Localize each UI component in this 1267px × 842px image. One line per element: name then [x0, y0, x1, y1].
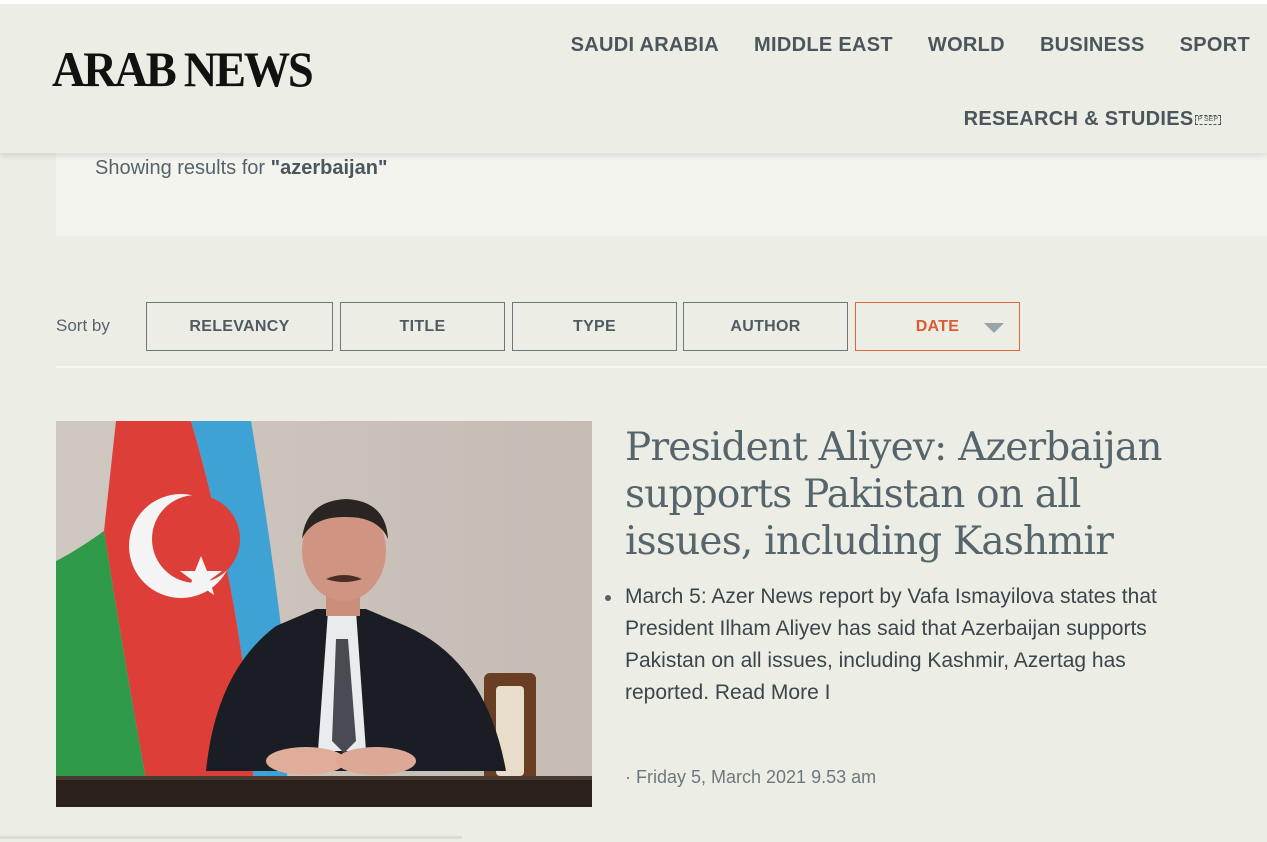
sort-relevancy-button[interactable]: RELEVANCY	[146, 302, 333, 351]
article-summary: March 5: Azer News report by Vafa Ismayi…	[625, 585, 1157, 704]
site-header: ARAB NEWS SAUDI ARABIA MIDDLE EAST WORLD…	[0, 0, 1267, 153]
sort-title-button[interactable]: TITLE	[340, 302, 505, 351]
article-thumbnail[interactable]	[56, 421, 592, 807]
scroll-indicator	[0, 836, 462, 839]
chevron-down-icon	[984, 323, 1004, 333]
search-results-prefix: Showing results for	[95, 157, 271, 179]
nav-research-studies[interactable]: RESEARCH & STUDIES	[964, 108, 1194, 131]
separator-glyph: P SEP	[1194, 114, 1221, 125]
search-results-banner: Showing results for "azerbaijan"	[56, 153, 1267, 236]
sort-by-label: Sort by	[56, 316, 110, 335]
sort-type-button[interactable]: TYPE	[512, 302, 677, 351]
site-logo[interactable]: ARAB NEWS	[52, 44, 314, 94]
secondary-nav: RESEARCH & STUDIES P SEP	[964, 108, 1221, 131]
nav-saudi-arabia[interactable]: SAUDI ARABIA	[571, 34, 719, 57]
sort-author-button[interactable]: AUTHOR	[683, 302, 848, 351]
main-nav: SAUDI ARABIA MIDDLE EAST WORLD BUSINESS …	[571, 34, 1250, 57]
divider	[56, 366, 1267, 368]
search-query: "azerbaijan"	[270, 157, 388, 179]
search-results-text: Showing results for "azerbaijan"	[95, 157, 387, 180]
nav-world[interactable]: WORLD	[928, 34, 1005, 57]
nav-middle-east[interactable]: MIDDLE EAST	[754, 34, 893, 57]
sort-date-label: DATE	[915, 317, 960, 335]
bullet-icon	[605, 595, 611, 601]
nav-business[interactable]: BUSINESS	[1040, 34, 1145, 57]
nav-sport[interactable]: SPORT	[1180, 34, 1250, 57]
article-date: · Friday 5, March 2021 9.53 am	[625, 767, 877, 787]
article-title[interactable]: President Aliyev: Azerbaijan supports Pa…	[625, 424, 1185, 565]
sort-date-button[interactable]: DATE	[855, 302, 1020, 351]
